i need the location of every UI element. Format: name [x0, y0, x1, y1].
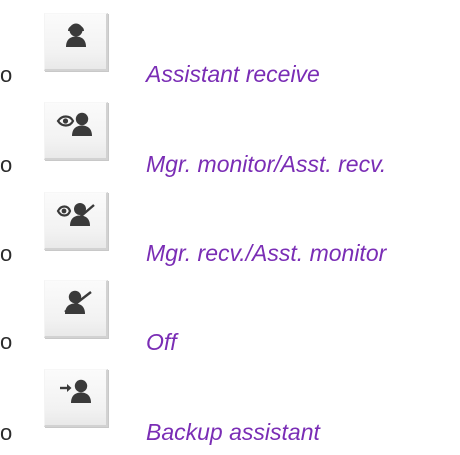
backup-assistant-button[interactable] — [44, 369, 108, 427]
option-label: Backup assistant — [146, 419, 320, 445]
option-label: Mgr. monitor/Asst. recv. — [146, 151, 387, 177]
off-button[interactable] — [44, 280, 108, 338]
bullet-marker: o — [0, 329, 13, 354]
list-item: o Assistant receive — [0, 0, 460, 90]
bullet-marker: o — [0, 241, 13, 266]
bullet-marker: o — [0, 62, 13, 87]
assistant-mode-list: o Assistant receive o Mgr. monitor/Asst.… — [0, 0, 460, 455]
option-label: Assistant receive — [146, 61, 320, 87]
list-item: o Mgr. monitor/Asst. recv. — [0, 90, 460, 180]
person-headset-slash-icon — [63, 290, 92, 314]
bullet-marker: o — [0, 420, 13, 445]
person-headset-icon — [65, 23, 86, 47]
assistant-receive-button[interactable] — [44, 13, 108, 71]
list-item: o Mgr. recv./Asst. monitor — [0, 180, 460, 270]
mgr-recv-asst-monitor-button[interactable] — [44, 192, 108, 250]
mgr-monitor-asst-recv-button[interactable] — [44, 102, 108, 160]
list-item: o Off — [0, 270, 460, 360]
option-label: Mgr. recv./Asst. monitor — [146, 240, 387, 266]
arrow-person-headset-icon — [59, 379, 91, 403]
bullet-marker: o — [0, 152, 13, 177]
list-item: o Backup assistant — [0, 360, 460, 450]
eye-person-headset-slash-icon — [56, 203, 95, 226]
eye-person-headset-icon — [56, 112, 92, 136]
option-label: Off — [146, 329, 177, 355]
